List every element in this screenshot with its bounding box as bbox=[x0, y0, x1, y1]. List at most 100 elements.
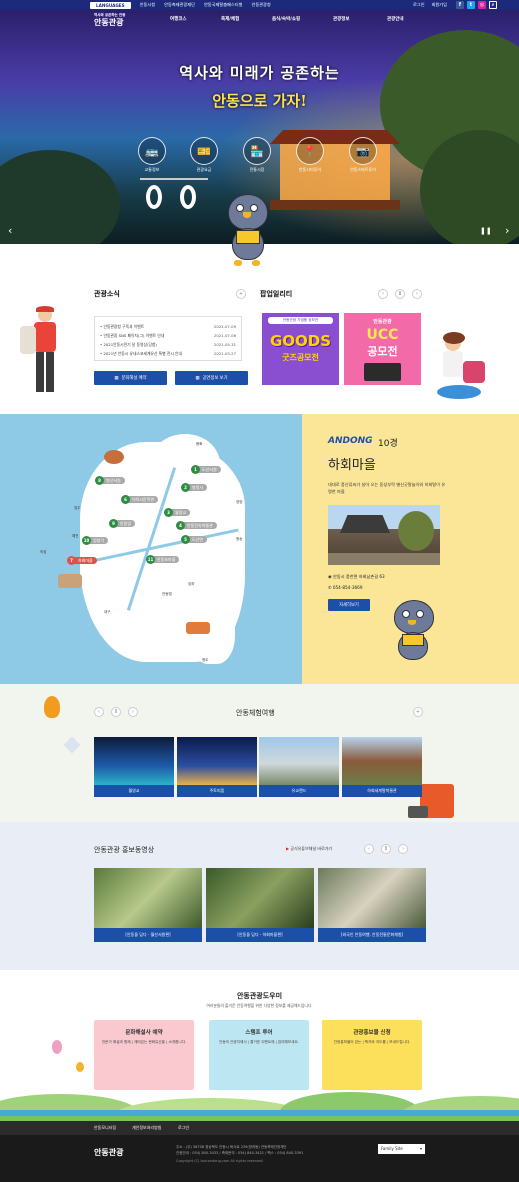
news-item[interactable]: • 안동관광 SNS 페이지(그) 이벤트 안내 bbox=[100, 333, 164, 339]
map-pin[interactable]: 9 안동댐 bbox=[109, 519, 136, 528]
quicklink-fee[interactable]: 🎫 관광요금 bbox=[190, 137, 218, 173]
spot-address-row: ◉ 안동시 풍천면 하회남촌길 63 bbox=[328, 574, 385, 579]
spot-more-button[interactable]: 자세히보기 bbox=[328, 599, 370, 611]
exp-card[interactable]: 월영교 bbox=[94, 737, 174, 797]
map-pin[interactable]: 8 병산서원 bbox=[95, 476, 125, 485]
quicklink-traffic[interactable]: 🚌 교통정보 bbox=[138, 137, 166, 173]
place-label: 영양 bbox=[236, 500, 243, 504]
top-utility-bar: LANGUAGES 안동시청 안동축제관광재단 안동국제탈춤페스티벌 안동관광청… bbox=[0, 0, 519, 10]
popup-banner-ucc[interactable]: 안동관광 UCC 공모전 bbox=[344, 313, 421, 385]
landscape-illustration bbox=[0, 1080, 519, 1121]
news-more-button[interactable]: + bbox=[236, 289, 246, 299]
popup-next-button[interactable]: › bbox=[412, 289, 422, 299]
popup-prev-button[interactable]: ‹ bbox=[378, 289, 388, 299]
exp-card[interactable]: 하회세계탈박물관 bbox=[342, 737, 422, 797]
map-pin[interactable]: 11 안동포마을 bbox=[146, 555, 180, 564]
twitter-icon[interactable]: t bbox=[467, 1, 475, 9]
news-date: 2021-05-31 bbox=[213, 342, 236, 347]
video-title: 안동관광 홍보동영상 bbox=[94, 846, 155, 854]
quicklink-market[interactable]: 🏪 전통시장 bbox=[243, 137, 271, 173]
bus-icon: 🚌 bbox=[138, 137, 166, 165]
exp-card[interactable]: 유교랜드 bbox=[259, 737, 339, 797]
footer-link[interactable]: 안동모니터링 bbox=[94, 1125, 116, 1131]
video-card[interactable]: [외국인 안동여행, 안동전통문화체험] bbox=[318, 868, 426, 942]
menu-course[interactable]: 여행코스 bbox=[170, 16, 187, 22]
camera-icon: 📷 bbox=[349, 137, 377, 165]
place-label: 봉화 bbox=[196, 442, 203, 446]
link-maskdance[interactable]: 안동국제탈춤페스티벌 bbox=[204, 2, 243, 8]
footer-tel: 관광안내 : 054) 840-3433 / 축제문의 : 054) 840-3… bbox=[176, 1151, 304, 1155]
map-pin[interactable]: 6 이육사문학관 bbox=[121, 495, 159, 504]
family-site-select[interactable]: Family Site ▾ bbox=[378, 1144, 425, 1154]
mascot-character bbox=[222, 194, 274, 274]
menu-festival[interactable]: 축제/체험 bbox=[221, 16, 239, 22]
menu-guide[interactable]: 관광안내 bbox=[387, 16, 404, 22]
quicklink-smarttour[interactable]: 📷 안동스마트투어 bbox=[349, 137, 377, 173]
site-logo[interactable]: 역사와 공존하는 안동 안동관광 bbox=[94, 13, 125, 28]
footer-link[interactable]: 개인정보처리방침 bbox=[132, 1125, 161, 1131]
guide-subtitle: 여러분들의 즐거운 안동여행을 위한 다양한 정보를 제공해드립니다. bbox=[206, 1003, 313, 1008]
news-item[interactable]: • 안동관광청 구독과 이벤트 bbox=[100, 324, 144, 330]
menu-food[interactable]: 음식/숙박/쇼핑 bbox=[272, 16, 300, 22]
hero-slogan-line1: 역사와 미래가 공존하는 bbox=[179, 64, 340, 82]
facebook-icon[interactable]: f bbox=[456, 1, 464, 9]
footer-nav: 안동모니터링 개인정보처리방침 로그인 bbox=[0, 1121, 519, 1135]
hero-prev-arrow[interactable]: ‹ bbox=[8, 224, 12, 237]
guide-title: 안동관광도우미 bbox=[236, 992, 283, 1000]
link-andong-city[interactable]: 안동시청 bbox=[140, 2, 155, 8]
video-card[interactable]: [안동을 담다 - 월산서원편] bbox=[94, 868, 202, 942]
map-pin[interactable]: 3 월영교 bbox=[164, 508, 191, 517]
language-select[interactable]: LANGUAGES bbox=[90, 1, 131, 9]
video-card[interactable]: [안동을 담다 - 하회마을편] bbox=[206, 868, 314, 942]
quicklink-citytour[interactable]: 📍 안동시티투어 bbox=[296, 137, 324, 173]
exp-prev-button[interactable]: ‹ bbox=[94, 707, 104, 717]
map-pin[interactable]: 5 도산면 bbox=[181, 535, 208, 544]
footer-link[interactable]: 로그인 bbox=[178, 1125, 189, 1131]
village-illustration bbox=[58, 574, 82, 588]
hiker-illustration bbox=[20, 306, 70, 398]
map-pin[interactable]: 1 도산서원 bbox=[191, 465, 221, 474]
map-pin[interactable]: 4 안동민속박물관 bbox=[176, 521, 217, 530]
culture-reservation-button[interactable]: ▦ 문화해설 예약 bbox=[94, 371, 167, 385]
swing-sculpture bbox=[146, 185, 162, 209]
chevron-down-icon: ▾ bbox=[419, 1146, 422, 1151]
video-prev-button[interactable]: ‹ bbox=[364, 844, 374, 854]
link-tourism[interactable]: 안동관광청 bbox=[251, 2, 270, 8]
news-item[interactable]: • 2021안동시민기 달 동영상(당첨) bbox=[100, 342, 157, 348]
map-pin-icon: 📍 bbox=[296, 137, 324, 165]
hero-pause-button[interactable]: ❚❚ bbox=[480, 227, 492, 235]
exp-next-button[interactable]: › bbox=[128, 707, 138, 717]
pavilion-image bbox=[270, 130, 400, 230]
spot-photo bbox=[328, 505, 440, 565]
login-link[interactable]: 로그인 bbox=[413, 2, 425, 8]
map-pin[interactable]: 2 봉정사 bbox=[181, 483, 208, 492]
popup-banner-goods[interactable]: 안동관광 기념품 공모전 GOODS 굿즈공모전 bbox=[262, 313, 339, 385]
video-next-button[interactable]: › bbox=[398, 844, 408, 854]
performance-info-button[interactable]: ▦ 공연정보 보기 bbox=[175, 371, 248, 385]
popup-title: 팝업일리티 bbox=[260, 290, 293, 298]
exp-more-button[interactable]: + bbox=[413, 707, 423, 717]
place-label: 영주 bbox=[74, 506, 81, 510]
popup-pause-button[interactable]: II bbox=[395, 289, 405, 299]
news-date: 2021-07-09 bbox=[213, 324, 236, 329]
map-pin-selected[interactable]: 7 하회마을 bbox=[67, 556, 97, 565]
instagram-icon[interactable]: ◎ bbox=[478, 1, 486, 9]
news-item[interactable]: • 2021년 안동시 유네스코세계유산 특별 전시 안내 bbox=[100, 351, 182, 357]
hero-next-arrow[interactable]: › bbox=[505, 224, 509, 237]
exp-pause-button[interactable]: II bbox=[111, 707, 121, 717]
calendar-icon: ▦ bbox=[195, 375, 200, 381]
place-label: 대구 bbox=[104, 610, 111, 614]
place-label: 예천 bbox=[72, 534, 79, 538]
signup-link[interactable]: 회원가입 bbox=[432, 2, 447, 8]
youtube-link[interactable]: ▶ 공식유튜브채널 바로가기 bbox=[286, 846, 332, 852]
map-pin[interactable]: 10 임청각 bbox=[82, 536, 109, 545]
exp-card[interactable]: 주토피움 bbox=[177, 737, 257, 797]
link-foundation[interactable]: 안동축제관광재단 bbox=[164, 2, 195, 8]
menu-info[interactable]: 관광정보 bbox=[333, 16, 350, 22]
video-pause-button[interactable]: II bbox=[381, 844, 391, 854]
balloon-illustration bbox=[76, 1062, 84, 1072]
spot-info-panel: ANDONG 10경 하회마을 대대로 풍산류씨가 살아 오는 동성부락 별신굿… bbox=[302, 414, 519, 684]
news-date: 2021-07-06 bbox=[213, 333, 236, 338]
search-icon[interactable]: ⌕ bbox=[489, 1, 497, 9]
spot-description: 대대로 풍산류씨가 살아 오는 동성부락 별신굿탈놀이와 하회탈이 유명한 마을 bbox=[328, 482, 446, 494]
